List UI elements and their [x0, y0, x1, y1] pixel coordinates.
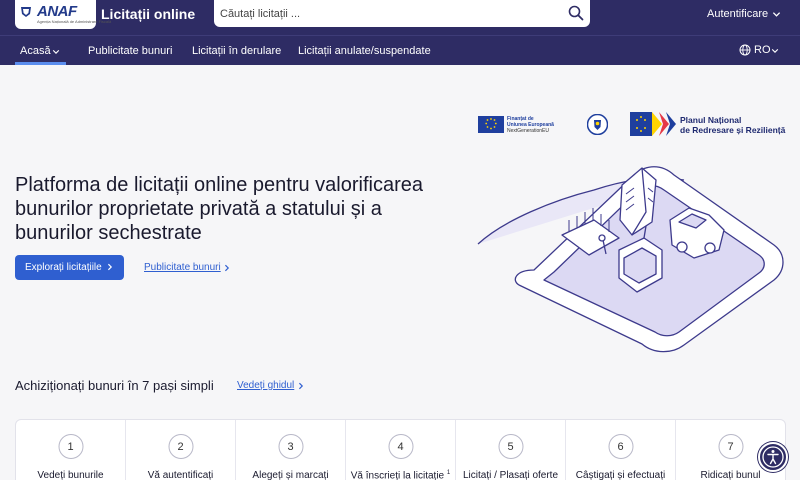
logo-text: ANAF	[37, 3, 77, 20]
accessibility-button[interactable]	[758, 442, 788, 472]
step-item: 5 Licitați / Plasați oferte	[456, 420, 566, 480]
step-item: 3 Alegeți și marcați	[236, 420, 346, 480]
anaf-logo[interactable]: ANAF Agenția Națională de Administrare F…	[15, 0, 111, 29]
step-number: 5	[498, 434, 523, 459]
main-nav: Acasă Publicitate bunuri Licitații în de…	[0, 35, 800, 65]
pnrr-line1: Planul Național	[680, 115, 742, 125]
explore-auctions-label: Explorați licitațiile	[25, 262, 102, 273]
pnrr-line2: de Redresare și Reziliență	[680, 125, 786, 135]
step-number: 4	[388, 434, 413, 459]
step-item: 6 Câștigați și efectuați	[566, 420, 676, 480]
view-guide-link[interactable]: Vedeți ghidul	[237, 380, 294, 391]
step-label: Vedeți bunurile	[37, 470, 104, 480]
eu-line3: NextGenerationEU	[507, 128, 549, 134]
chevron-right-icon	[107, 263, 113, 271]
step-item: 4 Vă înscrieți la licitație 1	[346, 420, 456, 480]
search-input[interactable]	[220, 5, 560, 22]
search-box	[214, 0, 590, 27]
step-number: 6	[608, 434, 633, 459]
nav-active-indicator	[15, 62, 66, 65]
explore-auctions-button[interactable]: Explorați licitațiile	[15, 255, 124, 280]
nav-item-home[interactable]: Acasă	[20, 45, 51, 57]
hero-illustration	[477, 166, 784, 353]
chevron-down-icon	[772, 12, 781, 17]
step-label: Câștigați și efectuați	[575, 470, 666, 480]
step-number: 7	[718, 434, 743, 459]
nav-item-publicitate[interactable]: Publicitate bunuri	[88, 45, 172, 57]
step-label: Alegeți și marcați	[252, 470, 329, 480]
chevron-right-icon	[298, 382, 304, 390]
step-item: 2 Vă autentificați	[126, 420, 236, 480]
nav-item-licitatii-anulate[interactable]: Licitații anulate/suspendate	[298, 45, 431, 57]
step-number: 3	[278, 434, 303, 459]
search-icon[interactable]	[568, 5, 584, 21]
steps-list: 1 Vedeți bunurile 2 Vă autentificați 3 A…	[15, 419, 786, 480]
eu-funding-label: Finanțat de Uniunea Europeană NextGenera…	[507, 116, 554, 134]
pnrr-label: Planul Național de Redresare și Rezilien…	[680, 115, 785, 135]
step-item: 1 Vedeți bunurile	[16, 420, 126, 480]
chevron-down-icon	[771, 49, 779, 53]
chevron-down-icon	[52, 50, 60, 54]
footnote-marker: 1	[446, 470, 451, 476]
globe-icon[interactable]	[739, 44, 751, 56]
chevron-right-icon	[224, 264, 230, 272]
steps-title: Achiziționați bunuri în 7 pași simpli	[15, 378, 214, 393]
romania-crest-icon	[587, 114, 608, 135]
anaf-shield-icon	[21, 7, 31, 17]
step-label: Licitați / Plasați oferte	[462, 470, 559, 480]
step-number: 2	[168, 434, 193, 459]
language-selector[interactable]: RO	[754, 44, 771, 56]
pnrr-logo-icon	[630, 112, 676, 136]
step-label: Vă autentificați	[147, 470, 214, 480]
step-label: Vă înscrieți la licitație 1	[346, 470, 455, 480]
login-button[interactable]: Autentificare	[707, 8, 768, 20]
hero-title: Platforma de licitații online pentru val…	[15, 174, 423, 244]
step-label-text: Vă înscrieți la licitație	[350, 470, 445, 480]
step-number: 1	[58, 434, 83, 459]
accessibility-icon	[762, 446, 784, 468]
app-title[interactable]: Licitații online	[101, 6, 195, 22]
eu-flag-icon	[478, 116, 504, 133]
nav-item-licitatii-derulare[interactable]: Licitații în derulare	[192, 45, 281, 57]
publicitate-bunuri-link[interactable]: Publicitate bunuri	[144, 262, 221, 273]
